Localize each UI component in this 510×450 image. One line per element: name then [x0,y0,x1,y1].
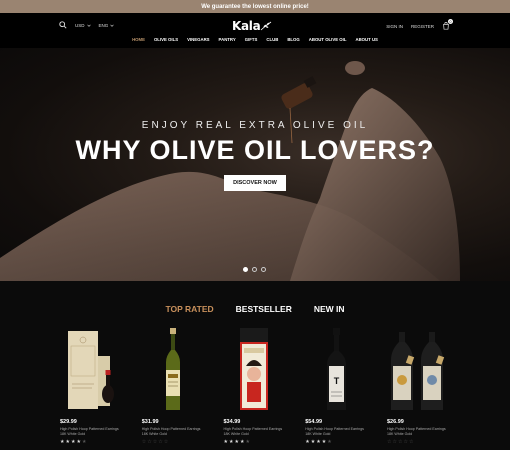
slider-dot-1[interactable] [243,267,248,272]
product-grid: $29.99 High Polish Hoop Patterned Earrin… [58,326,453,445]
logo-text: Kala [232,19,261,33]
product-image[interactable] [222,326,290,412]
product-image[interactable] [385,326,453,412]
hero-subtitle: ENJOY REAL EXTRA OLIVE OIL [141,120,369,131]
tab-top-rated[interactable]: TOP RATED [165,304,213,314]
product-price: $29.99 [60,419,77,425]
currency-select[interactable]: USD [75,22,91,28]
register-link[interactable]: REGISTER [411,24,434,29]
tab-bestseller[interactable]: BESTSELLER [236,304,292,314]
chevron-down-icon [86,22,91,27]
nav-item-pantry[interactable]: PANTRY [219,37,236,42]
product-image[interactable] [58,326,126,412]
product-price: $34.99 [223,419,241,425]
discover-now-button[interactable]: DISCOVER NOW [224,175,286,191]
nav-item-blog[interactable]: BLOG [287,37,299,42]
nav-item-home[interactable]: HOME [132,37,145,42]
currency-value: USD [75,23,85,28]
site-logo[interactable]: Kala [232,18,280,34]
account-tools: SIGN IN REGISTER 0 [386,19,453,30]
promo-text: We guarantee the lowest online price! [201,3,309,10]
nav-item-about-olive-oil[interactable]: ABOUT OLIVE OIL [309,37,347,42]
chevron-down-icon [110,22,114,27]
product-rating: ★ ★ ★ ★ ★ [60,439,87,445]
hero-title: WHY OLIVE OIL LOVERS? [75,135,435,165]
cart-button[interactable]: 0 [442,19,453,30]
tab-new-in[interactable]: NEW IN [314,304,345,314]
nav-item-club[interactable]: CLUB [266,37,278,42]
product-title[interactable]: High Polish Hoop Patterned Earrings 18K … [60,427,122,436]
product-card[interactable]: $29.99 High Polish Hoop Patterned Earrin… [58,326,126,445]
product-rating: ☆ ☆ ☆ ☆ ☆ [141,439,169,445]
product-price: $54.99 [305,419,323,425]
product-image[interactable]: T [303,326,371,412]
search-icon[interactable] [59,21,67,30]
product-rating: ★ ★ ★ ★ ★ [223,439,250,445]
product-card[interactable]: $31.99 High Polish Hoop Patterned Earrin… [140,326,208,445]
svg-text:T: T [334,376,340,386]
product-rating: ★ ★ ★ ★ ★ [305,439,332,445]
olive-branch-icon [261,21,272,31]
product-price: $31.99 [141,419,159,425]
header-tools: USD ENG [59,21,114,30]
product-image[interactable] [140,326,208,412]
product-title[interactable]: High Polish Hoop Patterned Earrings 18K … [142,427,204,436]
product-rating: ☆ ☆ ☆ ☆ ☆ [387,439,414,445]
product-price: $26.99 [387,419,404,425]
nav-item-vinegars[interactable]: VINEGARS [187,37,209,42]
promo-banner: We guarantee the lowest online price! [0,0,510,13]
slider-dot-2[interactable] [252,267,257,272]
product-tabs: TOP RATED BESTSELLER NEW IN [0,304,510,314]
product-title[interactable]: High Polish Hoop Patterned Earrings 18K … [387,427,449,436]
slider-dot-3[interactable] [261,267,266,272]
sign-in-link[interactable]: SIGN IN [386,24,403,29]
language-select[interactable]: ENG [98,22,115,28]
hero-slider: ENJOY REAL EXTRA OLIVE OIL WHY OLIVE OIL… [0,48,510,281]
product-title[interactable]: High Polish Hoop Patterned Earrings 18K … [305,427,367,436]
product-title[interactable]: High Polish Hoop Patterned Earrings 18K … [224,427,286,436]
site-header: USD ENG Kala SIGN IN REGISTER 0 HOME OLI… [0,13,510,48]
nav-item-about-us[interactable]: ABOUT US [355,37,377,42]
cart-count-badge: 0 [448,19,453,24]
slider-dots [243,267,266,272]
product-card[interactable]: $34.99 High Polish Hoop Patterned Earrin… [222,326,290,445]
product-card[interactable]: $26.99 High Polish Hoop Patterned Earrin… [385,326,453,445]
product-card[interactable]: T $54.99 High Polish Hoop Patterned Earr… [303,326,371,445]
language-value: ENG [98,23,109,28]
nav-item-gifts[interactable]: GIFTS [245,37,258,42]
main-nav: HOME OLIVE OILS VINEGARS PANTRY GIFTS CL… [0,37,510,42]
nav-item-olive-oils[interactable]: OLIVE OILS [154,37,178,42]
